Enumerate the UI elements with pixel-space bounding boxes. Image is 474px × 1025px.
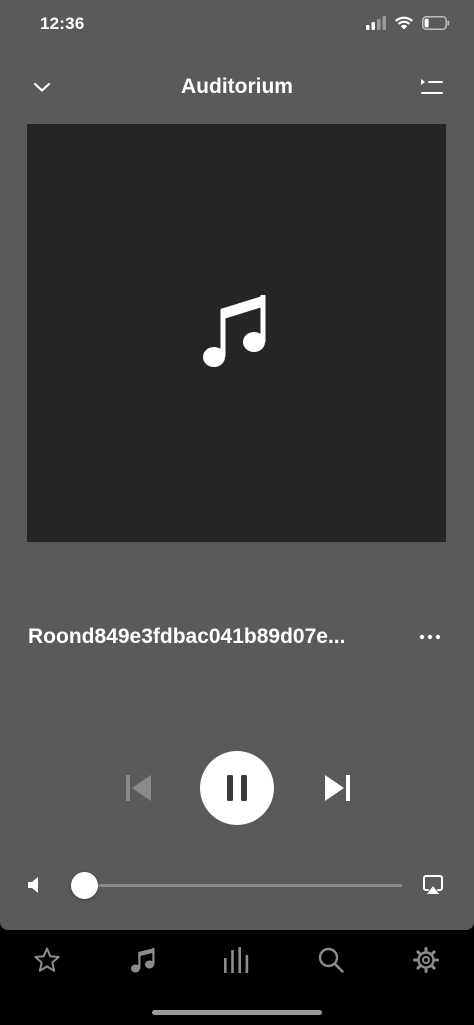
pause-icon	[227, 775, 247, 801]
next-track-button[interactable]	[318, 768, 358, 808]
previous-track-button[interactable]	[118, 768, 158, 808]
album-art	[27, 124, 446, 542]
skip-previous-icon	[126, 775, 151, 801]
tab-now-playing[interactable]	[215, 942, 259, 978]
now-playing-screen: 12:36 Auditorium Roond849e3fdbac041b89d0…	[0, 0, 474, 930]
volume-thumb[interactable]	[70, 872, 98, 899]
airplay-button[interactable]	[420, 872, 446, 898]
music-note-icon	[131, 948, 155, 973]
status-icons	[366, 14, 450, 36]
music-note-icon	[202, 295, 265, 367]
tab-favorites[interactable]	[25, 942, 69, 978]
equalizer-icon	[224, 947, 249, 973]
tab-music[interactable]	[121, 942, 165, 978]
tab-settings[interactable]	[404, 942, 448, 978]
home-indicator[interactable]	[152, 1010, 322, 1015]
queue-list-icon	[421, 79, 443, 94]
queue-button[interactable]	[416, 72, 448, 102]
battery-icon	[422, 15, 450, 35]
ellipsis-icon	[419, 634, 441, 640]
volume-mute-button[interactable]	[24, 874, 44, 896]
tab-search[interactable]	[309, 942, 353, 978]
more-options-button[interactable]	[414, 624, 446, 650]
track-title[interactable]: Roond849e3fdbac041b89d07e...	[28, 625, 398, 649]
zone-title[interactable]: Auditorium	[0, 75, 474, 99]
skip-next-icon	[325, 775, 350, 801]
gear-icon	[413, 947, 439, 973]
search-icon	[318, 947, 344, 973]
pause-button[interactable]	[200, 751, 274, 825]
speaker-icon	[28, 877, 38, 893]
status-time: 12:36	[40, 14, 85, 33]
volume-slider[interactable]	[70, 872, 402, 899]
cellular-signal-icon	[366, 15, 386, 35]
star-icon	[34, 947, 60, 972]
wifi-icon	[394, 15, 414, 35]
airplay-icon	[423, 875, 443, 894]
